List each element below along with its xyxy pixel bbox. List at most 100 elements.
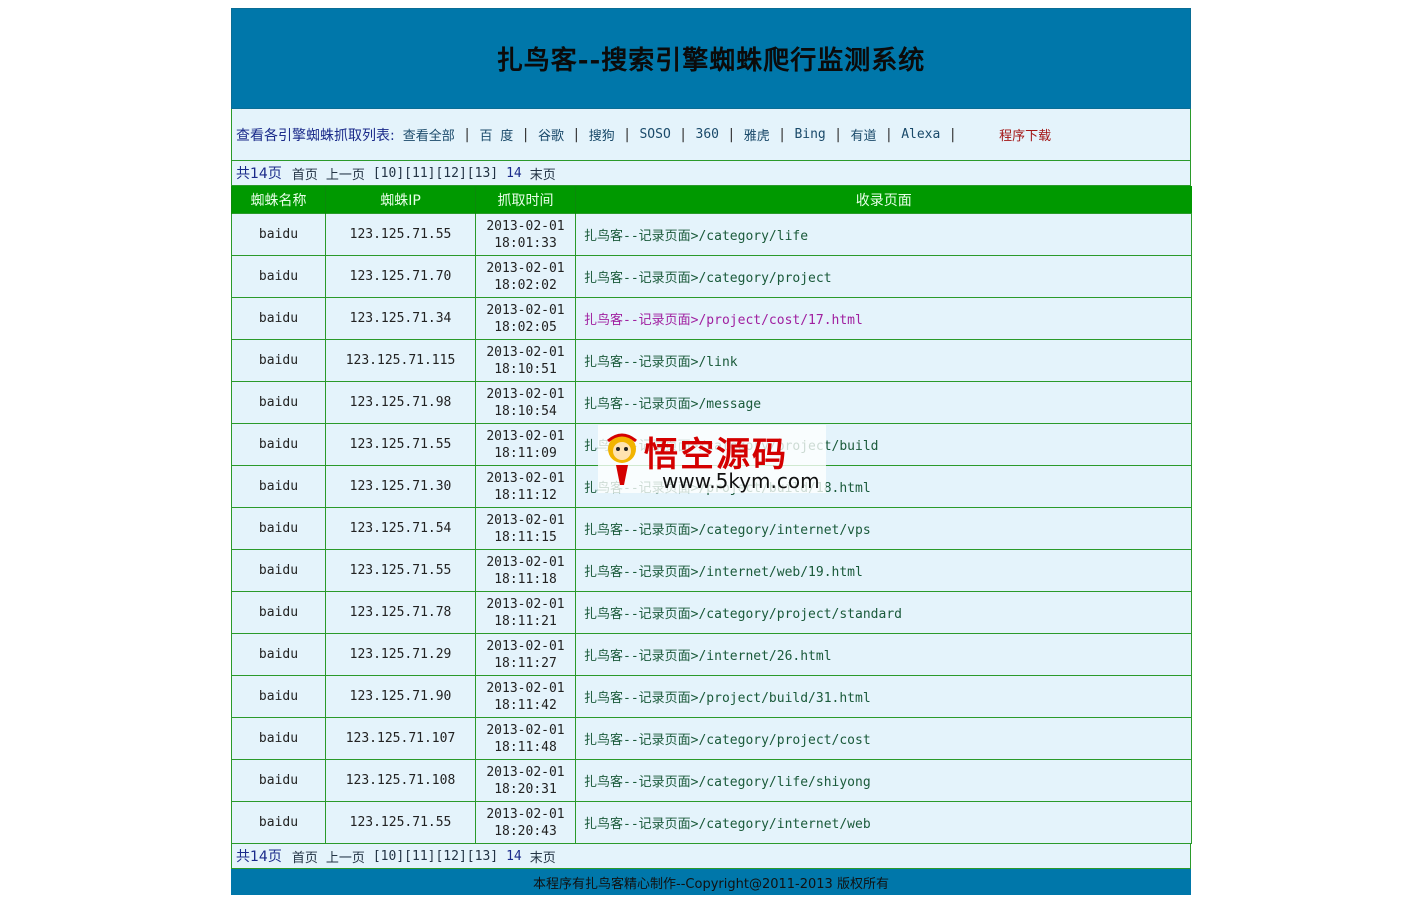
crawl-time-cell: 2013-02-01 18:10:54 xyxy=(475,381,576,424)
pager-top: 共14页 首页 上一页 [10] [11] [12] [13] 14 末页 xyxy=(231,161,1191,186)
indexed-page-link[interactable]: 扎鸟客--记录页面>/message xyxy=(575,381,1192,424)
crawl-date: 2013-02-01 xyxy=(486,302,565,318)
pager-page-11[interactable]: [11] xyxy=(404,849,435,864)
engine-nav: 查看各引擎蜘蛛抓取列表: 查看全部 | 百 度 | 谷歌 | 搜狗 | SOSO | 36… xyxy=(231,109,1191,161)
table-row: baidu 123.125.71.108 2013-02-01 18:20:31 扎鸟客… xyxy=(231,759,1192,802)
nav-link-all[interactable]: 查看全部 xyxy=(403,125,455,144)
spider-name-cell: baidu xyxy=(231,381,326,424)
crawl-clock: 18:02:02 xyxy=(494,277,557,293)
crawl-time-cell: 2013-02-01 18:11:42 xyxy=(475,675,576,718)
table-row: baidu 123.125.71.55 2013-02-01 18:11:18 扎鸟客-… xyxy=(231,549,1192,592)
footer-copyright: 本程序有扎鸟客精心制作--Copyright@2011-2013 版权所有 xyxy=(533,876,889,892)
table-row: baidu 123.125.71.98 2013-02-01 18:10:54 扎鸟客-… xyxy=(231,381,1192,424)
nav-link-bing[interactable]: Bing xyxy=(794,127,825,142)
indexed-page-link[interactable]: 扎鸟客--记录页面>/category/internet/vps xyxy=(575,507,1192,550)
crawl-clock: 18:11:12 xyxy=(494,487,557,503)
nav-separator: | xyxy=(464,126,470,143)
indexed-page-link[interactable]: 扎鸟客--记录页面>/category/internet/web xyxy=(575,801,1192,844)
indexed-page-link[interactable]: 扎鸟客--记录页面>/category/life/shiyong xyxy=(575,759,1192,802)
table-row: baidu 123.125.71.70 2013-02-01 18:02:02 扎鸟客-… xyxy=(231,255,1192,298)
nav-link-youdao[interactable]: 有道 xyxy=(850,125,876,144)
crawl-date: 2013-02-01 xyxy=(486,344,565,360)
spider-name-cell: baidu xyxy=(231,255,326,298)
crawl-time-cell: 2013-02-01 18:20:31 xyxy=(475,759,576,802)
crawl-date: 2013-02-01 xyxy=(486,764,565,780)
nav-link-soso[interactable]: SOSO xyxy=(639,127,670,142)
crawl-date: 2013-02-01 xyxy=(486,806,565,822)
pager-prev-link[interactable]: 上一页 xyxy=(326,164,365,183)
spider-ip-cell: 123.125.71.107 xyxy=(325,717,476,760)
nav-separator: | xyxy=(680,126,686,143)
crawl-clock: 18:10:54 xyxy=(494,403,557,419)
nav-link-sogou[interactable]: 搜狗 xyxy=(589,125,615,144)
pager-last-link[interactable]: 末页 xyxy=(530,847,556,866)
pager-current-page: 14 xyxy=(506,165,522,181)
crawl-date: 2013-02-01 xyxy=(486,260,565,276)
pager-page-12[interactable]: [12] xyxy=(435,849,466,864)
table-row: baidu 123.125.71.55 2013-02-01 18:20:43 扎鸟客-… xyxy=(231,801,1192,844)
nav-separator: | xyxy=(950,126,956,143)
table-header-row: 蜘蛛名称 蜘蛛IP 抓取时间 收录页面 xyxy=(231,186,1192,214)
spider-name-cell: baidu xyxy=(231,297,326,340)
table-row: baidu 123.125.71.90 2013-02-01 18:11:42 扎鸟客-… xyxy=(231,675,1192,718)
crawl-clock: 18:11:27 xyxy=(494,655,557,671)
nav-link-baidu[interactable]: 百 度 xyxy=(479,125,513,144)
indexed-page-link[interactable]: 扎鸟客--记录页面>/internet/26.html xyxy=(575,633,1192,676)
indexed-page-link[interactable]: 扎鸟客--记录页面>/category/project/standard xyxy=(575,591,1192,634)
pager-first-link[interactable]: 首页 xyxy=(292,847,318,866)
nav-separator: | xyxy=(624,126,630,143)
nav-separator: | xyxy=(574,126,579,143)
spider-name-cell: baidu xyxy=(231,507,326,550)
pager-prev-link[interactable]: 上一页 xyxy=(326,847,365,866)
spider-ip-cell: 123.125.71.30 xyxy=(325,465,476,508)
crawl-time-cell: 2013-02-01 18:11:09 xyxy=(475,423,576,466)
watermark-url: www.5kym.com xyxy=(662,469,820,493)
pager-bottom: 共14页 首页 上一页 [10] [11] [12] [13] 14 末页 xyxy=(231,844,1191,869)
nav-link-google[interactable]: 谷歌 xyxy=(538,125,564,144)
pager-page-13[interactable]: [13] xyxy=(467,849,498,864)
col-header-crawl-time: 抓取时间 xyxy=(475,186,576,214)
spider-name-cell: baidu xyxy=(231,759,326,802)
pager-page-11[interactable]: [11] xyxy=(404,166,435,181)
indexed-page-link[interactable]: 扎鸟客--记录页面>/link xyxy=(575,339,1192,382)
crawl-time-cell: 2013-02-01 18:11:48 xyxy=(475,717,576,760)
spider-name-cell: baidu xyxy=(231,465,326,508)
pager-page-10[interactable]: [10] xyxy=(373,166,404,181)
crawl-date: 2013-02-01 xyxy=(486,470,565,486)
indexed-page-link[interactable]: 扎鸟客--记录页面>/category/life xyxy=(575,213,1192,256)
crawl-date: 2013-02-01 xyxy=(486,596,565,612)
crawl-clock: 18:11:48 xyxy=(494,739,557,755)
pager-first-link[interactable]: 首页 xyxy=(292,164,318,183)
download-link[interactable]: 程序下载 xyxy=(999,125,1051,144)
pager-page-13[interactable]: [13] xyxy=(467,166,498,181)
crawl-clock: 18:11:15 xyxy=(494,529,557,545)
indexed-page-link[interactable]: 扎鸟客--记录页面>/category/project xyxy=(575,255,1192,298)
nav-link-360[interactable]: 360 xyxy=(696,127,719,142)
crawl-clock: 18:11:18 xyxy=(494,571,557,587)
nav-separator: | xyxy=(835,126,841,143)
spider-name-cell: baidu xyxy=(231,549,326,592)
crawl-clock: 18:10:51 xyxy=(494,361,557,377)
watermark-overlay: 悟空源码 www.5kym.com xyxy=(598,425,826,493)
page-title: 扎鸟客--搜索引擎蜘蛛爬行监测系统 xyxy=(496,46,926,76)
page-footer: 本程序有扎鸟客精心制作--Copyright@2011-2013 版权所有 xyxy=(231,869,1191,895)
indexed-page-link[interactable]: 扎鸟客--记录页面>/category/project/cost xyxy=(575,717,1192,760)
pager-last-link[interactable]: 末页 xyxy=(530,164,556,183)
indexed-page-link[interactable]: 扎鸟客--记录页面>/project/cost/17.html xyxy=(575,297,1192,340)
crawl-date: 2013-02-01 xyxy=(486,218,565,234)
spider-ip-cell: 123.125.71.70 xyxy=(325,255,476,298)
spider-name-cell: baidu xyxy=(231,423,326,466)
table-row: baidu 123.125.71.55 2013-02-01 18:01:33 扎鸟客-… xyxy=(231,213,1192,256)
indexed-page-link[interactable]: 扎鸟客--记录页面>/project/build/31.html xyxy=(575,675,1192,718)
pager-page-12[interactable]: [12] xyxy=(435,166,466,181)
nav-link-yahoo[interactable]: 雅虎 xyxy=(744,125,770,144)
crawl-time-cell: 2013-02-01 18:10:51 xyxy=(475,339,576,382)
spider-name-cell: baidu xyxy=(231,633,326,676)
spider-name-cell: baidu xyxy=(231,717,326,760)
crawl-date: 2013-02-01 xyxy=(486,680,565,696)
indexed-page-link[interactable]: 扎鸟客--记录页面>/internet/web/19.html xyxy=(575,549,1192,592)
nav-link-alexa[interactable]: Alexa xyxy=(901,127,940,142)
spider-ip-cell: 123.125.71.55 xyxy=(325,213,476,256)
pager-page-10[interactable]: [10] xyxy=(373,849,404,864)
crawl-time-cell: 2013-02-01 18:11:12 xyxy=(475,465,576,508)
